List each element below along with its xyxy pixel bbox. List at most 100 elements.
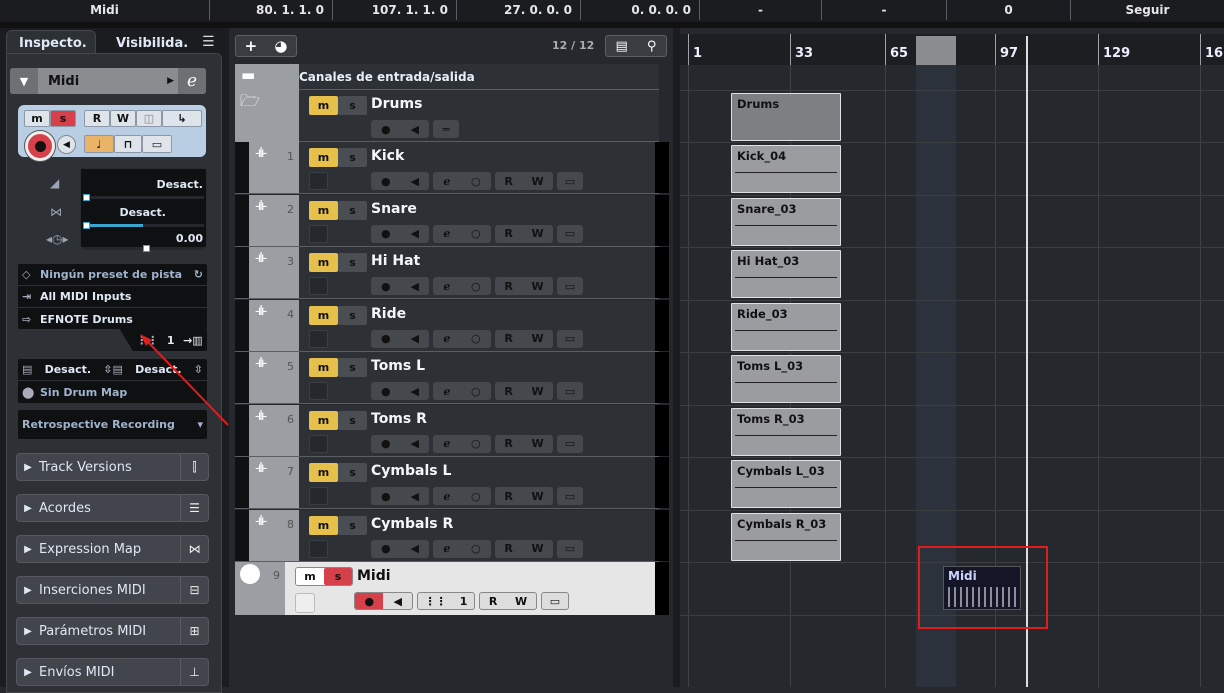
- solo-button[interactable]: s: [338, 358, 367, 377]
- write-button[interactable]: W: [532, 227, 544, 240]
- solo-button[interactable]: s: [338, 515, 367, 535]
- record-icon[interactable]: ●: [381, 490, 391, 503]
- read-automation-button[interactable]: R: [84, 110, 110, 127]
- pan-value[interactable]: Desact.: [119, 206, 166, 219]
- lanes-icon[interactable]: ▭: [557, 329, 583, 348]
- edit-icon[interactable]: ℯ: [443, 280, 450, 293]
- monitor-button[interactable]: ◀: [57, 135, 76, 154]
- track-row[interactable]: -ılı- 7 ms Cymbals L ● ◀ ℯ ○ RW ▭: [235, 457, 669, 509]
- solo-button[interactable]: s: [338, 253, 367, 272]
- edit-icon[interactable]: ℯ: [443, 437, 450, 450]
- open-folder-icon[interactable]: 🗁: [240, 90, 260, 117]
- audio-clip[interactable]: Kick_04: [731, 145, 841, 193]
- add-track-icon[interactable]: +: [245, 37, 258, 55]
- solo-button[interactable]: s: [338, 463, 367, 482]
- solo-button[interactable]: s: [50, 110, 76, 127]
- track-row[interactable]: -ılı- 3 ms Hi Hat ● ◀ ℯ ○ RW ▭: [235, 247, 669, 299]
- mute-button[interactable]: m: [24, 110, 50, 127]
- monitor-icon[interactable]: ◀: [411, 175, 419, 188]
- bank-select[interactable]: Desact.: [45, 363, 92, 376]
- write-button[interactable]: W: [532, 280, 544, 293]
- audio-clip[interactable]: Ride_03: [731, 302, 841, 351]
- record-enable-button[interactable]: [25, 131, 55, 161]
- freeze-icon[interactable]: ○: [471, 385, 481, 398]
- track-name[interactable]: Toms L: [371, 358, 425, 374]
- monitor-icon[interactable]: ◀: [411, 542, 419, 555]
- section-track-versions[interactable]: ▶ Track Versions ⫿: [16, 453, 209, 481]
- program-select[interactable]: Desact.: [135, 363, 182, 376]
- mute-button[interactable]: m: [309, 463, 338, 482]
- track-presets-icon[interactable]: ◕: [274, 37, 287, 55]
- info-lock[interactable]: -: [822, 0, 947, 20]
- lanes-icon[interactable]: ◫: [136, 110, 162, 127]
- track-name[interactable]: Snare: [371, 201, 417, 217]
- lanes-icon[interactable]: ▭: [557, 382, 583, 400]
- monitor-icon[interactable]: ◀: [384, 595, 412, 608]
- mute-button[interactable]: m: [309, 358, 338, 377]
- track-row[interactable]: -ılı- 2 ms Snare ● ◀ ℯ ○ RW ▭: [235, 194, 669, 247]
- section-expression-map[interactable]: ▶ Expression Map ⋈: [16, 535, 209, 563]
- list-icon[interactable]: ▤: [616, 39, 628, 54]
- read-button[interactable]: R: [504, 332, 512, 345]
- edit-icon[interactable]: ℯ: [443, 490, 450, 503]
- mute-button[interactable]: m: [309, 148, 338, 167]
- freeze-icon[interactable]: ○: [471, 227, 481, 240]
- mute-button[interactable]: m: [309, 410, 338, 430]
- lanes-icon[interactable]: ▭: [557, 434, 583, 453]
- read-button[interactable]: R: [504, 437, 512, 450]
- record-icon[interactable]: ●: [381, 437, 391, 450]
- edit-icon[interactable]: ℯ: [443, 175, 450, 188]
- write-automation-button[interactable]: W: [110, 110, 136, 127]
- track-name[interactable]: Cymbals L: [371, 463, 451, 479]
- lanes-icon[interactable]: ▭: [557, 277, 583, 295]
- monitor-icon[interactable]: ◀: [411, 227, 419, 240]
- io-folder-row[interactable]: ▬ Canales de entrada/salida: [235, 64, 659, 90]
- folder-track-row[interactable]: 🗁 ms Drums ● ◀ ═: [235, 90, 659, 142]
- write-button[interactable]: W: [532, 175, 544, 188]
- search-icon[interactable]: ⚲: [647, 39, 657, 54]
- monitor-icon[interactable]: ◀: [411, 437, 419, 450]
- cycle-range-marker[interactable]: [916, 36, 956, 65]
- info-follow[interactable]: Seguir: [1071, 0, 1224, 20]
- info-transpose[interactable]: 0: [947, 0, 1071, 20]
- track-name[interactable]: Kick: [371, 148, 404, 164]
- monitor-icon[interactable]: ◀: [411, 123, 419, 136]
- read-button[interactable]: R: [504, 227, 512, 240]
- audio-clip[interactable]: Toms R_03: [731, 407, 841, 456]
- edit-icon[interactable]: ℯ: [443, 542, 450, 555]
- info-name[interactable]: Midi: [0, 0, 210, 20]
- freeze-icon[interactable]: ○: [471, 332, 481, 345]
- read-button[interactable]: R: [504, 175, 512, 188]
- freeze-icon[interactable]: ○: [471, 175, 481, 188]
- edit-instrument-icon[interactable]: ℯ: [178, 68, 206, 94]
- track-color-swatch[interactable]: [309, 487, 328, 505]
- pan-slider[interactable]: [83, 222, 204, 229]
- refresh-icon[interactable]: ↻: [194, 268, 207, 281]
- musical-mode-icon[interactable]: ♩: [84, 135, 114, 153]
- audio-clip[interactable]: Toms L_03: [731, 355, 841, 403]
- lanes-icon[interactable]: ▭: [541, 592, 569, 610]
- track-row[interactable]: -ılı- 4 ms Ride ● ◀ ℯ ○ RW ▭: [235, 299, 669, 352]
- write-button[interactable]: W: [532, 437, 544, 450]
- track-row[interactable]: -ılı- 5 ms Toms L ● ◀ ℯ ○ RW ▭: [235, 352, 669, 404]
- monitor-icon[interactable]: ◀: [411, 490, 419, 503]
- track-preset[interactable]: ◇ Ningún preset de pista ↻: [18, 264, 207, 286]
- mute-button[interactable]: m: [296, 568, 324, 585]
- track-color-swatch[interactable]: [309, 434, 328, 453]
- record-icon[interactable]: ●: [381, 385, 391, 398]
- freeze-icon[interactable]: ○: [471, 542, 481, 555]
- write-button[interactable]: W: [515, 595, 527, 608]
- lanes-icon[interactable]: ▭: [557, 539, 583, 558]
- write-button[interactable]: W: [532, 542, 544, 555]
- solo-button[interactable]: s: [338, 410, 367, 430]
- section-chords[interactable]: ▶ Acordes ☰: [16, 494, 209, 522]
- track-color-swatch[interactable]: [309, 224, 328, 243]
- mute-button[interactable]: m: [309, 200, 338, 220]
- folder-lanes-icon[interactable]: ═: [433, 120, 459, 138]
- info-start[interactable]: 80. 1. 1. 0: [210, 0, 333, 20]
- retrospective-recording[interactable]: Retrospective Recording ▾: [18, 410, 207, 439]
- info-length[interactable]: 27. 0. 0. 0: [457, 0, 581, 20]
- track-color-swatch[interactable]: [309, 539, 328, 558]
- bank-spin-icon[interactable]: ⇳▤: [103, 363, 123, 376]
- dropdown-icon[interactable]: ▾: [197, 418, 203, 431]
